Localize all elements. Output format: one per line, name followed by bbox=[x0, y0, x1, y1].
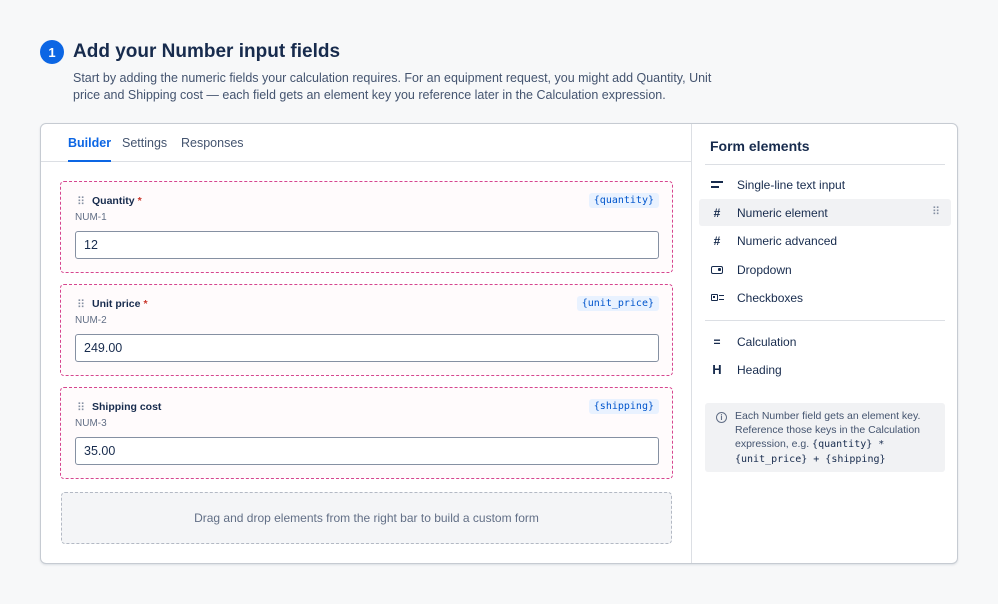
drag-grip-icon[interactable]: ⠿ bbox=[932, 205, 940, 218]
shipping-cost-input[interactable]: 35.00 bbox=[75, 437, 659, 465]
dropdown-icon bbox=[708, 256, 726, 283]
field-code: NUM-1 bbox=[75, 212, 107, 223]
hash-icon: # bbox=[713, 205, 721, 220]
number-field-shipping-cost[interactable]: ⠿ Shipping cost NUM-3 {shipping} 35.00 bbox=[60, 387, 673, 479]
element-label: Dropdown bbox=[737, 263, 792, 277]
element-key-chip: {unit_price} bbox=[576, 296, 659, 311]
tab-builder[interactable]: Builder bbox=[68, 136, 112, 162]
tab-settings[interactable]: Settings bbox=[122, 136, 167, 162]
form-builder-panel: Builder Settings Responses ⠿ Quantity * N… bbox=[40, 123, 958, 564]
divider bbox=[705, 164, 945, 165]
builder-area: Builder Settings Responses ⠿ Quantity * N… bbox=[41, 124, 692, 563]
field-label: Unit price * bbox=[92, 298, 148, 310]
step-title: Add your Number input fields bbox=[73, 41, 341, 62]
divider bbox=[705, 320, 945, 321]
drag-handle-icon[interactable]: ⠿ bbox=[77, 298, 85, 311]
element-checkboxes[interactable]: Checkboxes bbox=[699, 284, 951, 311]
info-box: i Each Number field gets an element key.… bbox=[705, 403, 945, 472]
element-label: Calculation bbox=[737, 335, 797, 349]
sidebar-title: Form elements bbox=[710, 138, 810, 154]
form-elements-sidebar: Form elements Single-line text input # N… bbox=[693, 124, 958, 563]
element-label: Single-line text input bbox=[737, 178, 846, 192]
unit-price-input[interactable]: 249.00 bbox=[75, 334, 659, 362]
element-dropdown[interactable]: Dropdown bbox=[699, 256, 951, 283]
field-label: Quantity * bbox=[92, 195, 142, 207]
number-field-quantity[interactable]: ⠿ Quantity * NUM-1 {quantity} 12 bbox=[60, 181, 673, 273]
field-code: NUM-2 bbox=[75, 315, 107, 326]
step-number-badge: 1 bbox=[40, 40, 64, 64]
element-heading[interactable]: H Heading bbox=[699, 356, 951, 383]
element-numeric[interactable]: # Numeric element ⠿ bbox=[699, 199, 951, 226]
number-field-unit-price[interactable]: ⠿ Unit price * NUM-2 {unit_price} 249.00 bbox=[60, 284, 673, 376]
step-description: Start by adding the numeric fields your … bbox=[73, 71, 712, 102]
required-marker: * bbox=[137, 195, 142, 207]
element-calculation[interactable]: = Calculation bbox=[699, 328, 951, 355]
quantity-input[interactable]: 12 bbox=[75, 231, 659, 259]
element-label: Numeric advanced bbox=[737, 234, 838, 248]
heading-icon: H bbox=[712, 362, 722, 377]
tab-bar: Builder Settings Responses bbox=[41, 124, 691, 162]
info-icon: i bbox=[716, 412, 727, 423]
drag-handle-icon[interactable]: ⠿ bbox=[77, 195, 85, 208]
field-label: Shipping cost bbox=[92, 401, 162, 413]
element-label: Checkboxes bbox=[737, 291, 804, 305]
element-key-chip: {shipping} bbox=[588, 399, 659, 414]
checkbox-icon bbox=[708, 284, 726, 311]
drop-zone[interactable]: Drag and drop elements from the right ba… bbox=[61, 492, 672, 544]
element-label: Heading bbox=[737, 363, 782, 377]
equals-icon: = bbox=[713, 334, 721, 349]
info-text: Each Number field gets an element key. R… bbox=[735, 410, 921, 465]
element-single-line-text[interactable]: Single-line text input bbox=[699, 171, 951, 198]
element-label: Numeric element bbox=[737, 206, 828, 220]
element-numeric-advanced[interactable]: # Numeric advanced bbox=[699, 227, 951, 254]
drag-handle-icon[interactable]: ⠿ bbox=[77, 401, 85, 414]
tab-responses[interactable]: Responses bbox=[181, 136, 244, 162]
text-lines-icon bbox=[708, 171, 726, 198]
required-marker: * bbox=[143, 298, 148, 310]
element-key-chip: {quantity} bbox=[588, 193, 659, 208]
field-code: NUM-3 bbox=[75, 418, 107, 429]
hash-icon: # bbox=[713, 233, 721, 248]
